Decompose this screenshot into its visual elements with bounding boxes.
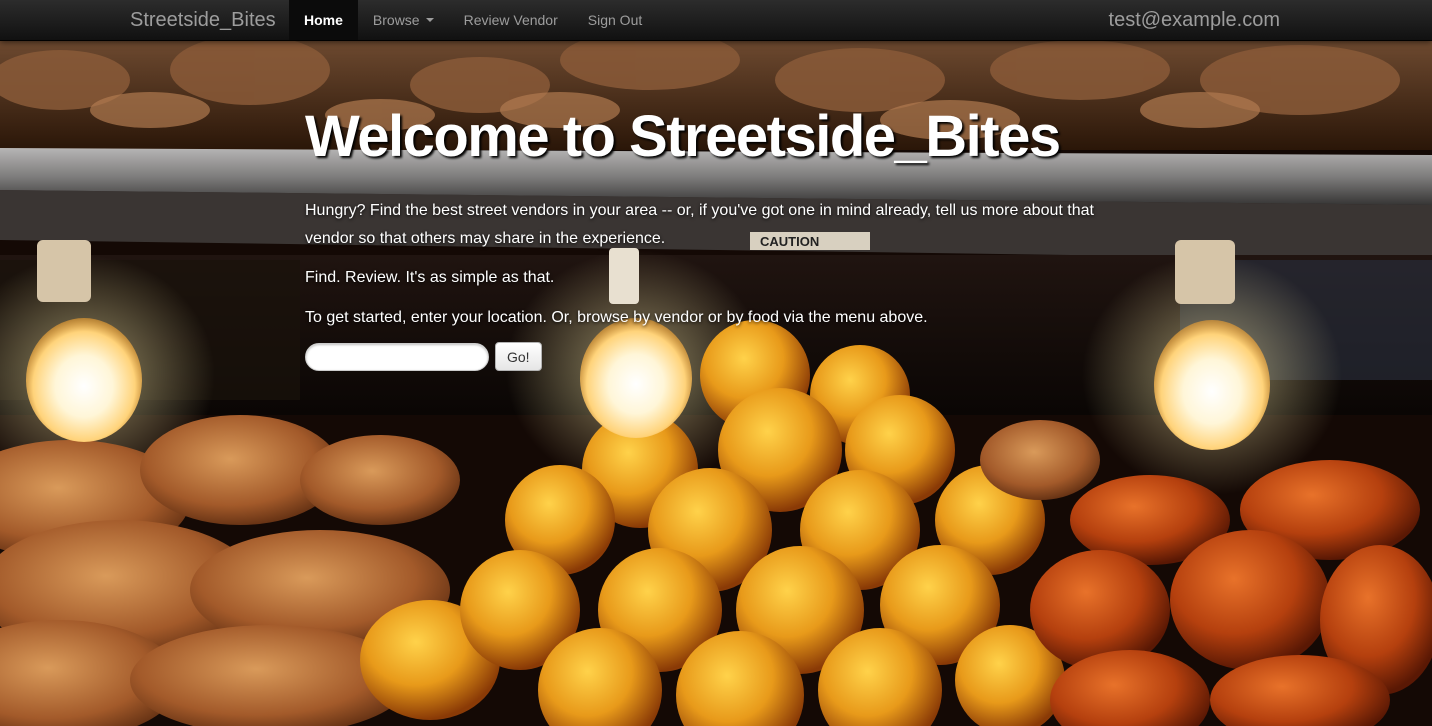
- nav-item-home[interactable]: Home: [289, 0, 358, 40]
- page-title: Welcome to Streetside_Bites: [305, 104, 1061, 169]
- location-search-form: Go!: [305, 342, 1105, 371]
- go-button[interactable]: Go!: [495, 342, 542, 371]
- hero-instructions: To get started, enter your location. Or,…: [305, 309, 928, 326]
- location-input[interactable]: [305, 342, 489, 371]
- hero-intro: Hungry? Find the best street vendors in …: [305, 202, 1094, 247]
- page: CAUTION Streetside_Bites Home Browse Rev…: [0, 0, 1432, 726]
- brand-link[interactable]: Streetside_Bites: [130, 9, 276, 32]
- nav-item-label: Browse: [372, 12, 420, 28]
- user-email[interactable]: test@example.com: [1109, 9, 1280, 32]
- nav-item-browse[interactable]: Browse: [358, 0, 449, 40]
- nav-item-review-vendor[interactable]: Review Vendor: [449, 0, 573, 40]
- nav-item-sign-out[interactable]: Sign Out: [573, 0, 657, 40]
- navbar: Streetside_Bites Home Browse Review Vend…: [0, 0, 1432, 41]
- nav-item-label: Home: [304, 12, 343, 28]
- hero: Welcome to Streetside_Bites Hungry? Find…: [305, 103, 1105, 371]
- nav-item-label: Sign Out: [587, 12, 643, 28]
- nav-item-label: Review Vendor: [463, 12, 558, 28]
- caret-down-icon: [425, 18, 434, 22]
- hero-tagline: Find. Review. It's as simple as that.: [305, 269, 555, 286]
- nav-menu: Home Browse Review Vendor Sign Out: [289, 0, 657, 40]
